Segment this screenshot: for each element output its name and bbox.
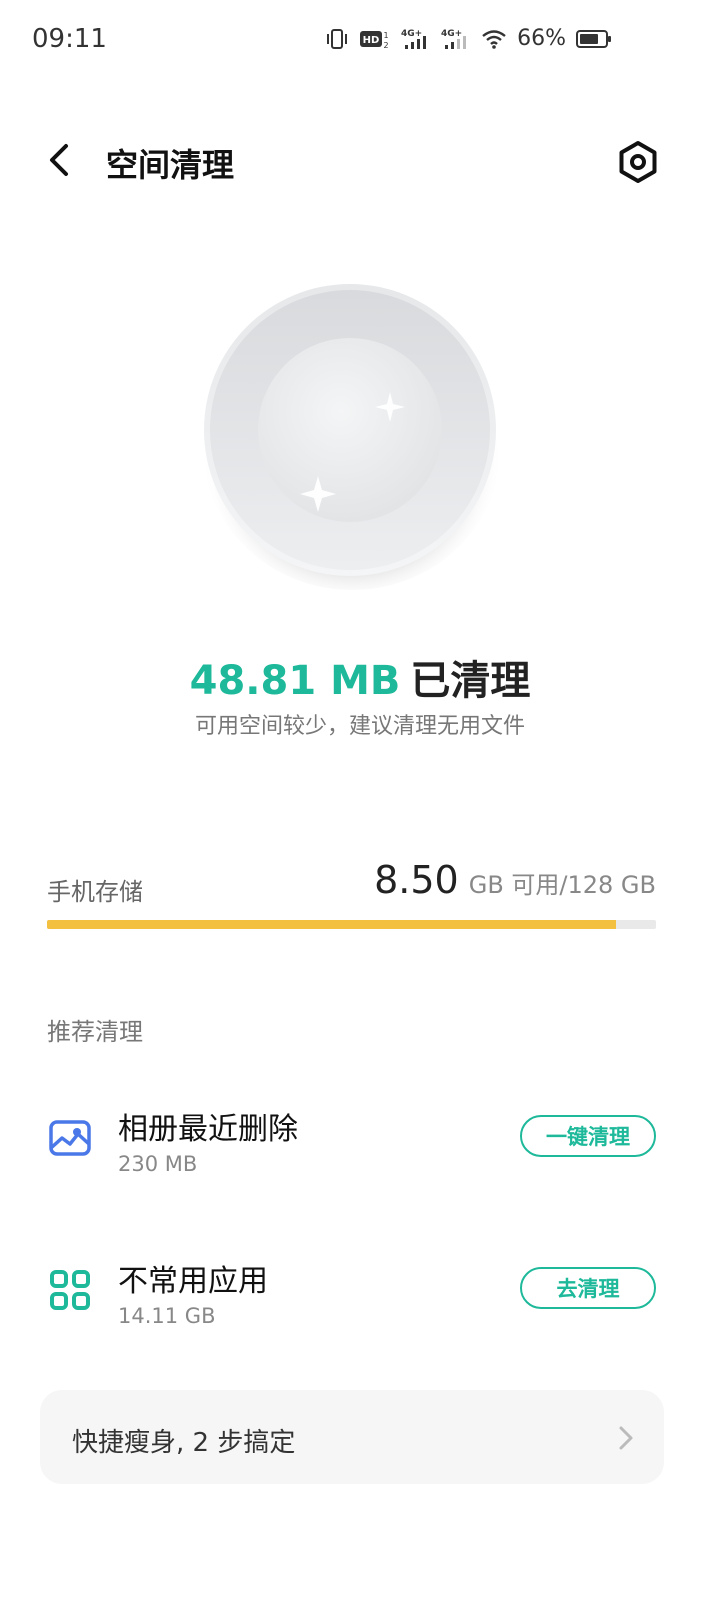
recommend-section-title: 推荐清理 bbox=[47, 1018, 143, 1046]
storage-bar bbox=[47, 920, 656, 929]
settings-icon[interactable] bbox=[616, 140, 660, 184]
recommend-item-title: 不常用应用 bbox=[118, 1264, 268, 1299]
header: 空间清理 bbox=[0, 120, 720, 200]
svg-text:4G+: 4G+ bbox=[441, 29, 462, 39]
back-arrow-icon[interactable] bbox=[40, 138, 80, 182]
storage-cleanup-page: 09:11 HD 1 2 4G+ 4G+ 66% 空间清理 48.81 MB 已… bbox=[0, 0, 720, 1605]
svg-text:4G+: 4G+ bbox=[401, 29, 422, 39]
cleaned-amount: 48.81 MB bbox=[189, 658, 401, 704]
vibrate-icon bbox=[327, 28, 348, 49]
status-time: 09:11 bbox=[32, 24, 107, 54]
storage-free: 8.50 bbox=[374, 858, 459, 902]
quick-slim-card[interactable]: 快捷瘦身, 2 步搞定 bbox=[40, 1390, 664, 1484]
cleaned-label: 已清理 bbox=[410, 658, 531, 704]
go-clean-button[interactable]: 去清理 bbox=[520, 1267, 656, 1309]
recommend-item-size: 230 MB bbox=[118, 1152, 198, 1176]
one-click-clean-button[interactable]: 一键清理 bbox=[520, 1115, 656, 1157]
cleaned-subtitle: 可用空间较少，建议清理无用文件 bbox=[194, 714, 525, 739]
cleanup-bowl-illustration bbox=[200, 280, 502, 590]
recommend-item-recently-deleted[interactable]: 相册最近删除 230 MB 一键清理 bbox=[0, 1090, 720, 1200]
signal-4g-icon-2: 4G+ bbox=[441, 29, 467, 49]
cleaned-summary: 48.81 MB 已清理 bbox=[0, 648, 720, 706]
svg-text:1: 1 bbox=[384, 31, 389, 40]
battery-icon bbox=[576, 29, 611, 48]
page-title: 空间清理 bbox=[106, 146, 235, 184]
recommend-item-title: 相册最近删除 bbox=[118, 1112, 298, 1147]
quick-slim-label: 快捷瘦身, 2 步搞定 bbox=[72, 1428, 296, 1458]
apps-grid-icon bbox=[50, 1270, 90, 1310]
storage-label: 手机存储 bbox=[47, 878, 143, 906]
storage-bar-fill bbox=[47, 920, 616, 929]
status-bar: 09:11 HD 1 2 4G+ 4G+ 66% bbox=[0, 0, 720, 84]
svg-text:2: 2 bbox=[384, 41, 389, 50]
recommend-item-unused-apps[interactable]: 不常用应用 14.11 GB 去清理 bbox=[0, 1242, 720, 1352]
storage-unit: GB 可用/128 GB bbox=[468, 871, 656, 899]
wifi-icon bbox=[482, 29, 506, 49]
recommend-item-size: 14.11 GB bbox=[118, 1304, 216, 1328]
chevron-right-icon bbox=[619, 1426, 633, 1450]
battery-percent: 66% bbox=[517, 26, 566, 51]
svg-text:HD: HD bbox=[363, 35, 380, 46]
hd-icon: HD 1 2 bbox=[360, 30, 389, 50]
storage-value: 8.50 GB 可用/128 GB bbox=[374, 858, 656, 902]
status-icons: HD 1 2 4G+ 4G+ 66% bbox=[325, 26, 612, 51]
signal-4g-icon: 4G+ bbox=[401, 29, 427, 49]
photo-album-icon bbox=[49, 1120, 91, 1156]
